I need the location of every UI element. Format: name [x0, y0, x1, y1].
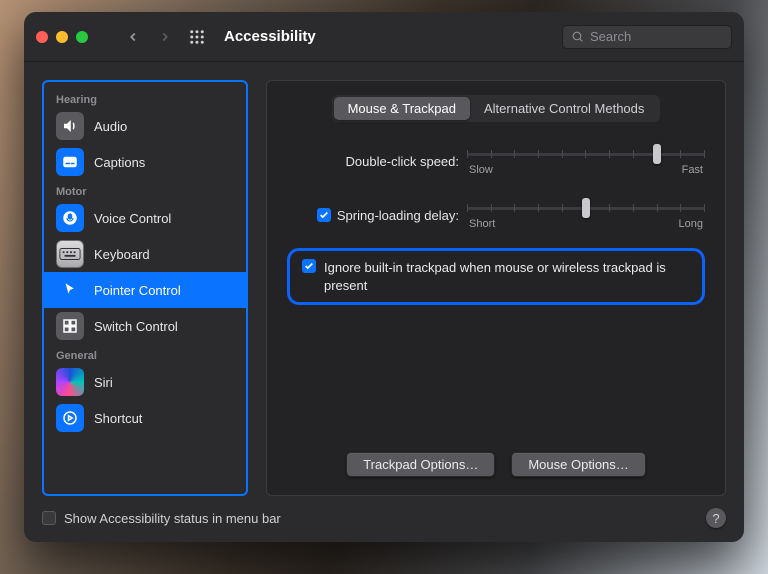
siri-icon [56, 368, 84, 396]
slider-max-label: Long [679, 218, 703, 230]
ignore-trackpad-label: Ignore built-in trackpad when mouse or w… [324, 259, 690, 294]
captions-icon [56, 148, 84, 176]
switch-control-icon [56, 312, 84, 340]
sidebar-item-label: Keyboard [94, 247, 150, 262]
system-preferences-window: Accessibility Search Hearing Audio [24, 12, 744, 542]
spring-loading-delay-slider[interactable] [467, 200, 705, 216]
window-title: Accessibility [224, 28, 316, 45]
section-general: General [44, 344, 246, 364]
sidebar-item-label: Voice Control [94, 211, 171, 226]
sidebar-item-pointer-control[interactable]: Pointer Control [44, 272, 246, 308]
slider-min-label: Slow [469, 164, 493, 176]
show-status-checkbox[interactable] [42, 511, 56, 525]
forward-button[interactable] [154, 26, 176, 48]
category-sidebar[interactable]: Hearing Audio Captions Motor [42, 80, 248, 496]
sidebar-item-keyboard[interactable]: Keyboard [44, 236, 246, 272]
tab-bar: Mouse & Trackpad Alternative Control Met… [332, 95, 661, 122]
tab-mouse-trackpad[interactable]: Mouse & Trackpad [334, 97, 470, 120]
section-motor: Motor [44, 180, 246, 200]
spring-loading-row: Spring-loading delay: Short Long [287, 200, 705, 230]
sidebar-item-siri[interactable]: Siri [44, 364, 246, 400]
check-icon [319, 210, 329, 220]
ignore-trackpad-checkbox[interactable] [302, 259, 316, 273]
help-button[interactable]: ? [706, 508, 726, 528]
section-hearing: Hearing [44, 88, 246, 108]
settings-panel: Mouse & Trackpad Alternative Control Met… [266, 80, 726, 496]
search-icon [571, 30, 584, 43]
spring-loading-checkbox[interactable] [317, 208, 331, 222]
traffic-lights [36, 31, 88, 43]
sidebar-item-label: Pointer Control [94, 283, 181, 298]
minimize-window-button[interactable] [56, 31, 68, 43]
search-placeholder: Search [590, 29, 631, 44]
titlebar: Accessibility Search [24, 12, 744, 62]
shortcut-icon [56, 404, 84, 432]
show-status-label: Show Accessibility status in menu bar [64, 511, 281, 526]
sidebar-item-label: Switch Control [94, 319, 178, 334]
close-window-button[interactable] [36, 31, 48, 43]
trackpad-options-button[interactable]: Trackpad Options… [346, 452, 495, 477]
double-click-speed-slider[interactable] [467, 146, 705, 162]
check-icon [304, 261, 314, 271]
tab-alternative-control[interactable]: Alternative Control Methods [470, 97, 658, 120]
sidebar-item-switch-control[interactable]: Switch Control [44, 308, 246, 344]
slider-min-label: Short [469, 218, 495, 230]
zoom-window-button[interactable] [76, 31, 88, 43]
sidebar-item-label: Shortcut [94, 411, 142, 426]
sidebar-item-label: Captions [94, 155, 145, 170]
mouse-options-button[interactable]: Mouse Options… [511, 452, 645, 477]
window-footer: Show Accessibility status in menu bar ? [42, 496, 726, 530]
speaker-icon [56, 112, 84, 140]
back-button[interactable] [122, 26, 144, 48]
options-button-row: Trackpad Options… Mouse Options… [287, 452, 705, 477]
sidebar-item-label: Audio [94, 119, 127, 134]
show-all-button[interactable] [186, 26, 208, 48]
double-click-label: Double-click speed: [346, 154, 459, 169]
voice-control-icon [56, 204, 84, 232]
sidebar-item-label: Siri [94, 375, 113, 390]
sidebar-item-voice-control[interactable]: Voice Control [44, 200, 246, 236]
sidebar-item-shortcut[interactable]: Shortcut [44, 400, 246, 436]
ignore-trackpad-row: Ignore built-in trackpad when mouse or w… [287, 248, 705, 305]
spring-loading-label: Spring-loading delay: [337, 208, 459, 223]
search-field[interactable]: Search [562, 25, 732, 49]
double-click-speed-row: Double-click speed: Slow Fast [287, 146, 705, 176]
slider-max-label: Fast [682, 164, 703, 176]
sidebar-item-captions[interactable]: Captions [44, 144, 246, 180]
pointer-icon [56, 276, 84, 304]
keyboard-icon [56, 240, 84, 268]
sidebar-item-audio[interactable]: Audio [44, 108, 246, 144]
